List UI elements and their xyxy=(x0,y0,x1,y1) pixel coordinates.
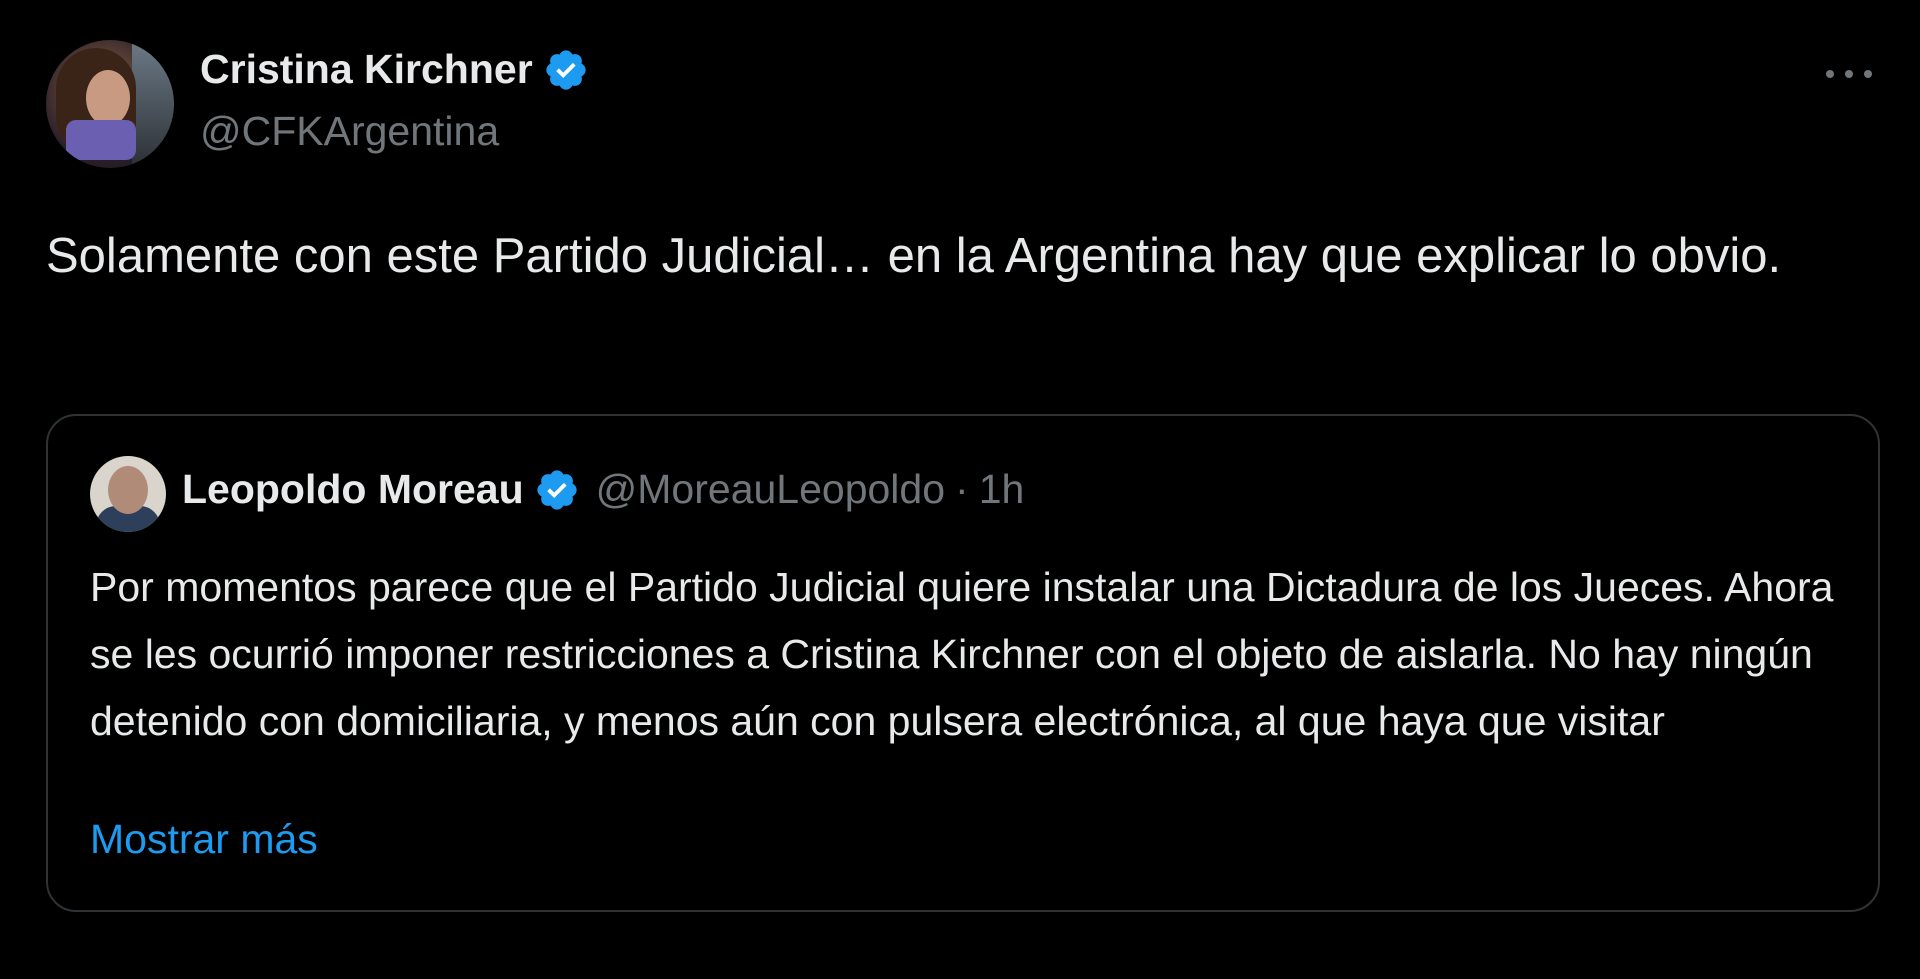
verified-badge-icon xyxy=(537,469,577,510)
quoted-name-row: Leopoldo Moreau @MoreauLeopoldo · 1h xyxy=(182,466,1024,513)
quoted-timestamp[interactable]: 1h xyxy=(979,466,1025,513)
more-dot xyxy=(1826,70,1834,78)
avatar-background xyxy=(132,40,174,168)
avatar-face xyxy=(108,466,148,514)
quoted-tweet-text: Por momentos parece que el Partido Judic… xyxy=(90,564,1834,744)
quoted-display-name[interactable]: Leopoldo Moreau xyxy=(182,466,524,513)
separator-dot: · xyxy=(955,466,969,512)
avatar-face xyxy=(86,70,130,126)
tweet-text: Solamente con este Partido Judicial… en … xyxy=(46,229,1782,283)
show-more-link[interactable]: Mostrar más xyxy=(90,816,318,863)
quoted-tweet[interactable]: Leopoldo Moreau @MoreauLeopoldo · 1h Por… xyxy=(46,414,1880,912)
author-avatar[interactable] xyxy=(46,40,174,168)
more-dot xyxy=(1845,70,1853,78)
quoted-author-avatar[interactable] xyxy=(90,456,166,532)
more-options-icon[interactable] xyxy=(1826,54,1872,94)
more-dot xyxy=(1864,70,1872,78)
tweet-card: Cristina Kirchner @CFKArgentina Solament… xyxy=(0,0,1920,979)
avatar-scarf xyxy=(66,120,136,160)
verified-badge-icon xyxy=(546,49,586,90)
quoted-handle[interactable]: @MoreauLeopoldo xyxy=(596,466,945,513)
author-name-row: Cristina Kirchner xyxy=(200,46,589,93)
author-display-name[interactable]: Cristina Kirchner xyxy=(200,46,533,93)
author-handle[interactable]: @CFKArgentina xyxy=(200,108,499,155)
